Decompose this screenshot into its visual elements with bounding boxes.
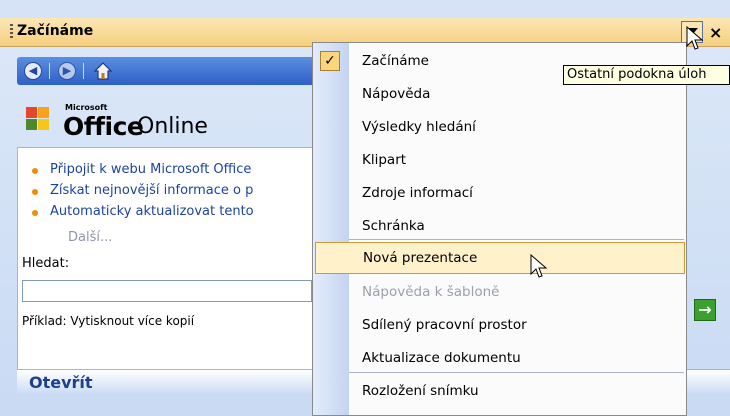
menu-item-clipboard[interactable]: Schránka — [313, 210, 686, 242]
close-button[interactable]: × — [709, 23, 722, 42]
logo-online-text: Online — [137, 114, 208, 139]
logo-square — [26, 107, 37, 118]
menu-item-label: Zdroje informací — [362, 185, 473, 201]
search-label: Hledat: — [22, 256, 70, 271]
search-input[interactable] — [22, 280, 312, 302]
menu-item-research[interactable]: Zdroje informací — [313, 177, 686, 209]
menu-item-label: Sdílený pracovní prostor — [362, 317, 527, 333]
logo-square — [38, 107, 49, 118]
logo-microsoft-text: Microsoft — [65, 103, 108, 112]
menu-item-new-presentation[interactable]: Nová prezentace — [315, 242, 685, 274]
link-latest-news[interactable]: Získat nejnovější informace o p — [50, 183, 253, 198]
search-example: Příklad: Vytisknout více kopií — [22, 314, 195, 328]
list-item[interactable]: Připojit k webu Microsoft Office — [32, 162, 330, 183]
menu-separator — [349, 372, 684, 373]
office-online-logo[interactable]: Microsoft Office Online — [26, 99, 306, 143]
go-arrow-icon: → — [698, 300, 712, 319]
menu-item-label: Klipart — [362, 152, 407, 168]
list-item[interactable]: Získat nejnovější informace o p — [32, 183, 330, 204]
office-online-section: Připojit k webu Microsoft Office Získat … — [17, 147, 317, 376]
link-connect-office-web[interactable]: Připojit k webu Microsoft Office — [50, 162, 251, 177]
menu-item-label: Nápověda — [362, 86, 431, 102]
logo-square — [38, 119, 49, 130]
nav-separator — [49, 63, 50, 79]
menu-item-clip-art[interactable]: Klipart — [313, 144, 686, 176]
nav-separator — [83, 63, 84, 79]
bullet-icon — [32, 189, 38, 195]
check-icon: ✓ — [320, 51, 340, 71]
tooltip: Ostatní podokna úloh — [563, 65, 730, 85]
task-pane-title: Začínáme — [17, 23, 94, 39]
open-section-title: Otevřít — [29, 373, 93, 392]
menu-item-template-help: Nápověda k šabloně — [313, 276, 686, 308]
logo-square — [26, 119, 37, 130]
mouse-cursor-icon — [530, 254, 548, 278]
bullet-icon — [32, 168, 38, 174]
back-button[interactable]: ◀ — [24, 62, 42, 80]
menu-item-search-results[interactable]: Výsledky hledání — [313, 111, 686, 143]
menu-item-label: Aktualizace dokumentu — [362, 350, 521, 366]
search-go-button[interactable]: → — [694, 299, 716, 321]
link-list: Připojit k webu Microsoft Office Získat … — [32, 162, 330, 225]
bullet-icon — [32, 210, 38, 216]
link-auto-update[interactable]: Automaticky aktualizovat tento — [50, 204, 254, 219]
menu-item-shared-workspace[interactable]: Sdílený pracovní prostor — [313, 309, 686, 341]
mouse-cursor-icon — [686, 26, 704, 50]
task-pane-nav-bar: ◀ ▶ — [17, 57, 317, 85]
back-arrow-icon: ◀ — [28, 64, 38, 77]
logo-office-text: Office — [63, 112, 144, 141]
menu-item-label: Nová prezentace — [363, 250, 478, 266]
more-link[interactable]: Další... — [68, 230, 112, 245]
menu-item-label: Rozložení snímku — [362, 383, 479, 399]
home-icon[interactable] — [93, 61, 113, 81]
menu-item-document-updates[interactable]: Aktualizace dokumentu — [313, 342, 686, 374]
task-pane-menu: ✓ Začínáme Nápověda Výsledky hledání Kli… — [312, 42, 687, 416]
menu-item-label: Začínáme — [362, 53, 429, 69]
menu-item-slide-layout[interactable]: Rozložení snímku — [313, 375, 686, 407]
forward-arrow-icon: ▶ — [62, 64, 72, 77]
list-item[interactable]: Automaticky aktualizovat tento — [32, 204, 330, 225]
menu-separator — [349, 239, 684, 240]
menu-item-label: Schránka — [362, 218, 425, 234]
grip-handle[interactable] — [10, 24, 13, 40]
menu-item-label: Nápověda k šabloně — [362, 284, 500, 300]
menu-item-label: Výsledky hledání — [362, 119, 476, 135]
forward-button[interactable]: ▶ — [58, 62, 76, 80]
